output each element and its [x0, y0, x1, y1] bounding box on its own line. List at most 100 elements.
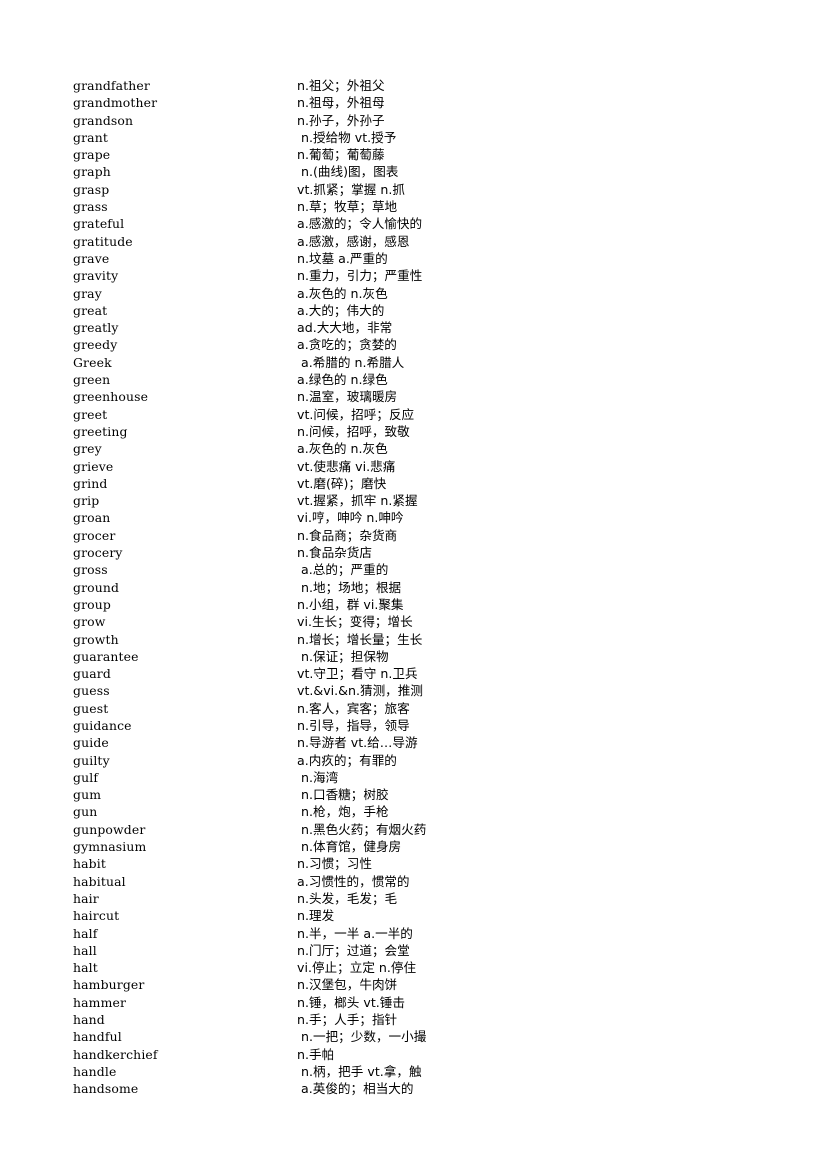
document-page: grandfather n.祖父；外祖父 grandmother n.祖母，外祖母 gr…	[0, 0, 827, 1170]
entry-definition: n.理发	[297, 908, 335, 924]
vocabulary-entry: habitual a.习惯性的，惯常的	[73, 873, 773, 890]
entry-term: guilty	[73, 752, 110, 768]
entry-term: grave	[73, 250, 110, 266]
vocabulary-entry: grandson n.孙子，外孙子	[73, 112, 773, 129]
vocabulary-entry: group n.小组，群 vi.聚集	[73, 596, 773, 613]
entry-term: gulf	[73, 769, 99, 785]
entry-definition: vi.生长；变得；增长	[297, 614, 413, 630]
vocabulary-entry: handful n.一把；少数，一小撮	[73, 1028, 773, 1045]
entry-definition: n.汉堡包，牛肉饼	[297, 977, 398, 993]
entry-definition: n.枪，炮，手枪	[297, 804, 389, 820]
entry-term: half	[73, 925, 98, 941]
entry-term: guest	[73, 700, 109, 716]
entry-term: gratitude	[73, 233, 133, 249]
entry-definition: a.习惯性的，惯常的	[297, 873, 410, 889]
entry-definition: vt.磨(碎)；磨快	[297, 475, 387, 491]
vocabulary-entry: handle n.柄，把手 vt.拿，触	[73, 1063, 773, 1080]
entry-term: group	[73, 596, 111, 612]
entry-term: grandmother	[73, 95, 158, 111]
entry-term: grateful	[73, 216, 125, 232]
entry-term: greeting	[73, 423, 128, 439]
entry-definition: n.问候，招呼，致敬	[297, 423, 410, 439]
entry-definition: n.柄，把手 vt.拿，触	[297, 1063, 422, 1079]
entry-definition: a.感激，感谢，感恩	[297, 233, 410, 249]
vocabulary-entry: Greek a.希腊的 n.希腊人	[73, 354, 773, 371]
vocabulary-entry: hair n.头发，毛发；毛	[73, 890, 773, 907]
entry-term: gunpowder	[73, 821, 146, 837]
vocabulary-entry: grieve vt.使悲痛 vi.悲痛	[73, 458, 773, 475]
entry-term: guide	[73, 735, 109, 751]
entry-definition: a.内疚的；有罪的	[297, 752, 397, 768]
entry-definition: n.手；人手；指针	[297, 1012, 398, 1028]
vocabulary-entry: grip vt.握紧，抓牢 n.紧握	[73, 492, 773, 509]
entry-definition: vt.守卫；看守 n.卫兵	[297, 666, 418, 682]
entry-term: grandson	[73, 112, 134, 128]
vocabulary-entry: halt vi.停止；立定 n.停住	[73, 959, 773, 976]
vocabulary-entry: greeting n.问候，招呼，致敬	[73, 423, 773, 440]
entry-term: halt	[73, 960, 98, 976]
vocabulary-entry: guest n.客人，宾客；旅客	[73, 700, 773, 717]
entry-term: hammer	[73, 994, 127, 1010]
entry-term: guidance	[73, 717, 132, 733]
vocabulary-entry: graph n.(曲线)图，图表	[73, 163, 773, 180]
entry-definition: n.口香糖；树胶	[297, 787, 389, 803]
entry-definition: n.食品杂货店	[297, 545, 372, 561]
entry-term: habit	[73, 856, 106, 872]
vocabulary-entry: guidance n.引导，指导，领导	[73, 717, 773, 734]
entry-definition: n.锤，榔头 vt.锤击	[297, 994, 405, 1010]
vocabulary-entry: gulf n.海湾	[73, 769, 773, 786]
vocabulary-entry: ground n.地；场地；根据	[73, 579, 773, 596]
entry-definition: vt.抓紧；掌握 n.抓	[297, 181, 405, 197]
entry-definition: a.绿色的 n.绿色	[297, 372, 388, 388]
entry-term: grasp	[73, 181, 110, 197]
vocabulary-entry: grow vi.生长；变得；增长	[73, 613, 773, 630]
entry-term: great	[73, 302, 108, 318]
entry-definition: a.灰色的 n.灰色	[297, 285, 388, 301]
entry-definition: a.希腊的 n.希腊人	[297, 354, 405, 370]
entry-definition: n.孙子，外孙子	[297, 112, 385, 128]
entry-term: gymnasium	[73, 839, 147, 855]
entry-term: grass	[73, 199, 108, 215]
vocabulary-entry: half n.半，一半 a.一半的	[73, 925, 773, 942]
vocabulary-entry: greatly ad.大大地，非常	[73, 319, 773, 336]
entry-term: gravity	[73, 268, 119, 284]
entry-definition: a.总的；严重的	[297, 562, 389, 578]
vocabulary-list: grandfather n.祖父；外祖父 grandmother n.祖母，外祖母 gr…	[73, 77, 773, 1098]
entry-definition: n.体育馆，健身房	[297, 839, 402, 855]
entry-term: grind	[73, 475, 108, 491]
vocabulary-entry: groan vi.哼，呻吟 n.呻吟	[73, 509, 773, 526]
entry-term: guard	[73, 666, 111, 682]
entry-definition: vi.停止；立定 n.停住	[297, 960, 417, 976]
entry-definition: n.温室，玻璃暖房	[297, 389, 398, 405]
vocabulary-entry: grocery n.食品杂货店	[73, 544, 773, 561]
entry-term: growth	[73, 631, 119, 647]
entry-definition: n.地；场地；根据	[297, 579, 402, 595]
entry-definition: n.葡萄；葡萄藤	[297, 147, 385, 163]
vocabulary-entry: grape n.葡萄；葡萄藤	[73, 146, 773, 163]
entry-term: grip	[73, 493, 100, 509]
entry-definition: n.黑色火药；有烟火药	[297, 821, 427, 837]
entry-definition: vi.哼，呻吟 n.呻吟	[297, 510, 404, 526]
vocabulary-entry: greedy a.贪吃的；贪婪的	[73, 336, 773, 353]
entry-definition: n.海湾	[297, 769, 339, 785]
vocabulary-entry: hamburger n.汉堡包，牛肉饼	[73, 976, 773, 993]
entry-term: hair	[73, 890, 99, 906]
entry-definition: vt.握紧，抓牢 n.紧握	[297, 493, 418, 509]
entry-term: gray	[73, 285, 102, 301]
vocabulary-entry: green a.绿色的 n.绿色	[73, 371, 773, 388]
entry-term: grieve	[73, 458, 114, 474]
entry-term: handkerchief	[73, 1046, 158, 1062]
vocabulary-entry: hand n.手；人手；指针	[73, 1011, 773, 1028]
entry-definition: a.英俊的；相当大的	[297, 1081, 414, 1097]
entry-definition: n.引导，指导，领导	[297, 717, 410, 733]
entry-definition: n.祖母，外祖母	[297, 95, 385, 111]
vocabulary-entry: hammer n.锤，榔头 vt.锤击	[73, 994, 773, 1011]
entry-definition: n.客人，宾客；旅客	[297, 700, 410, 716]
entry-definition: n.一把；少数，一小撮	[297, 1029, 427, 1045]
entry-term: gum	[73, 787, 102, 803]
entry-definition: n.习惯；习性	[297, 856, 372, 872]
vocabulary-entry: handsome a.英俊的；相当大的	[73, 1080, 773, 1097]
vocabulary-entry: gray a.灰色的 n.灰色	[73, 285, 773, 302]
vocabulary-entry: great a.大的；伟大的	[73, 302, 773, 319]
entry-term: hall	[73, 942, 97, 958]
